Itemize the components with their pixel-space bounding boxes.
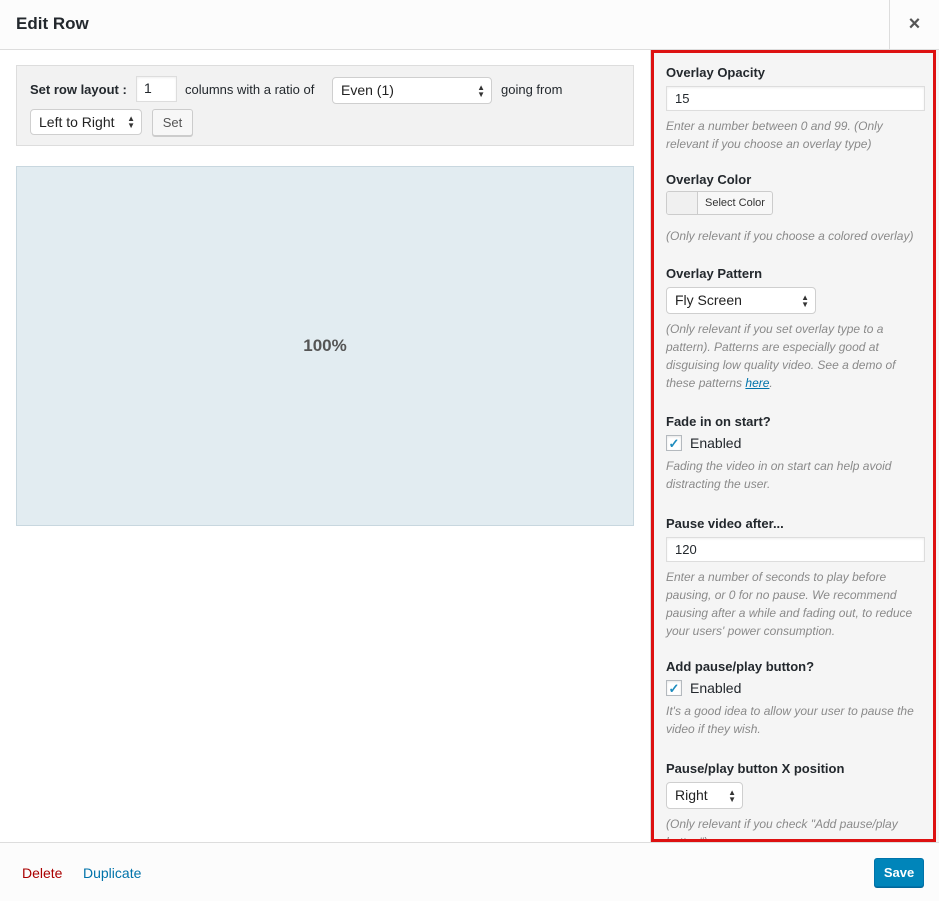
overlay-pattern-label: Overlay Pattern <box>666 266 763 281</box>
color-swatch <box>667 192 698 214</box>
duplicate-link[interactable]: Duplicate <box>83 865 141 881</box>
overlay-opacity-desc: Enter a number between 0 and 99. (Only r… <box>666 119 883 151</box>
going-from-text: going from <box>501 82 563 97</box>
row-layout-bar: Set row layout : 1 columns with a ratio … <box>16 65 634 146</box>
pause-after-label: Pause video after... <box>666 516 784 531</box>
overlay-opacity-field: Overlay Opacity 15 Enter a number betwee… <box>666 65 926 153</box>
button-x-position-select[interactable]: Right ▲ ▼ <box>666 782 743 809</box>
fade-in-checkbox-row[interactable]: ✓ Enabled <box>666 435 926 451</box>
modal-title: Edit Row <box>16 14 89 33</box>
overlay-opacity-input[interactable]: 15 <box>666 86 925 111</box>
button-x-position-field: Pause/play button X position Right ▲ ▼ (O… <box>666 761 926 842</box>
save-button[interactable]: Save <box>874 858 924 887</box>
pause-button-checkbox-row[interactable]: ✓ Enabled <box>666 680 926 696</box>
overlay-pattern-value: Fly Screen <box>675 292 742 308</box>
check-icon: ✓ <box>668 680 680 696</box>
direction-select-value: Left to Right <box>39 114 115 130</box>
pause-button-label: Add pause/play button? <box>666 659 815 674</box>
button-x-position-desc: (Only relevant if you check "Add pause/p… <box>666 817 898 842</box>
pause-button-desc: It's a good idea to allow your user to p… <box>666 704 914 736</box>
pause-button-field: Add pause/play button? ✓ Enabled It's a … <box>666 659 926 738</box>
delete-link[interactable]: Delete <box>22 865 62 881</box>
overlay-pattern-desc: (Only relevant if you set overlay type t… <box>666 320 926 392</box>
overlay-color-field: Overlay Color Select Color (Only relevan… <box>666 172 926 245</box>
ratio-select-value: Even (1) <box>341 82 394 98</box>
settings-sidebar[interactable]: Overlay Opacity 15 Enter a number betwee… <box>650 50 939 842</box>
check-icon: ✓ <box>668 435 680 451</box>
direction-select[interactable]: Left to Right ▲ ▼ <box>30 109 142 135</box>
button-x-position-label: Pause/play button X position <box>666 761 845 776</box>
close-icon: × <box>908 13 921 35</box>
close-button[interactable]: × <box>889 0 939 49</box>
pause-after-input[interactable]: 120 <box>666 537 925 562</box>
select-arrows-icon: ▲ ▼ <box>801 292 809 309</box>
button-x-position-value: Right <box>675 787 708 803</box>
color-picker-button[interactable]: Select Color <box>666 191 773 215</box>
fade-in-enabled-label: Enabled <box>690 435 742 451</box>
overlay-pattern-field: Overlay Pattern Fly Screen ▲ ▼ (Only rele… <box>666 266 926 392</box>
ratio-select[interactable]: Even (1) ▲ ▼ <box>332 77 492 104</box>
cell-width-label: 100% <box>303 336 347 355</box>
set-button[interactable]: Set <box>152 109 193 136</box>
overlay-pattern-select[interactable]: Fly Screen ▲ ▼ <box>666 287 816 314</box>
overlay-opacity-label: Overlay Opacity <box>666 65 765 80</box>
pause-after-desc: Enter a number of seconds to play before… <box>666 570 913 638</box>
pause-button-checkbox[interactable]: ✓ <box>666 680 682 696</box>
fade-in-desc: Fading the video in on start can help av… <box>666 459 892 491</box>
pause-after-field: Pause video after... 120 Enter a number … <box>666 516 926 640</box>
select-arrows-icon: ▲ ▼ <box>728 787 736 804</box>
cell-preview[interactable]: 100% <box>16 166 634 526</box>
fade-in-label: Fade in on start? <box>666 414 771 429</box>
modal-header: Edit Row × <box>0 0 939 50</box>
overlay-pattern-desc-end: . <box>769 376 773 390</box>
patterns-demo-link[interactable]: here <box>745 376 769 390</box>
row-builder: Set row layout : 1 columns with a ratio … <box>0 50 650 842</box>
fade-in-checkbox[interactable]: ✓ <box>666 435 682 451</box>
fade-in-field: Fade in on start? ✓ Enabled Fading the v… <box>666 414 926 493</box>
select-arrows-icon: ▲ ▼ <box>127 114 135 130</box>
overlay-color-desc: (Only relevant if you choose a colored o… <box>666 229 914 243</box>
overlay-color-label: Overlay Color <box>666 172 752 187</box>
columns-input[interactable]: 1 <box>136 76 177 102</box>
modal-footer: Delete Duplicate Save <box>0 842 939 901</box>
pause-button-enabled-label: Enabled <box>690 680 742 696</box>
overlay-pattern-desc-text: (Only relevant if you set overlay type t… <box>666 322 896 390</box>
columns-ratio-text: columns with a ratio of <box>185 82 315 97</box>
select-arrows-icon: ▲ ▼ <box>477 82 485 99</box>
row-layout-label: Set row layout : <box>30 82 127 97</box>
select-color-label: Select Color <box>705 197 765 209</box>
